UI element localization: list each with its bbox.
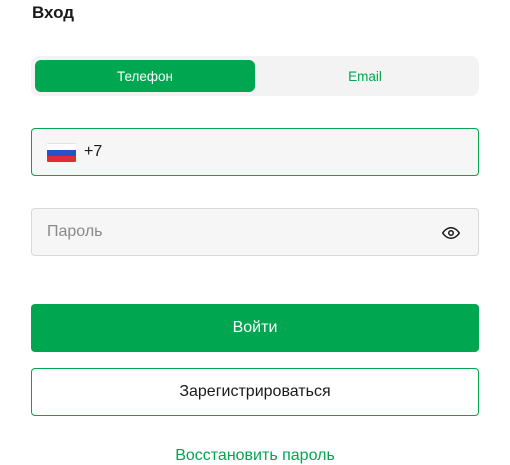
russia-flag-icon[interactable] xyxy=(47,142,76,162)
register-button[interactable]: Зарегистрироваться xyxy=(31,368,479,416)
phone-field[interactable] xyxy=(31,128,479,176)
page-title: Вход xyxy=(32,3,75,22)
tab-email[interactable]: Email xyxy=(255,60,475,92)
tab-phone[interactable]: Телефон xyxy=(35,60,255,92)
login-button[interactable]: Войти xyxy=(31,304,479,352)
phone-input[interactable] xyxy=(84,143,464,161)
password-input[interactable] xyxy=(47,223,427,241)
eye-icon[interactable] xyxy=(442,224,460,242)
restore-password-link[interactable]: Восстановить пароль xyxy=(0,447,510,465)
password-field[interactable] xyxy=(31,208,479,256)
login-method-tabs: Телефон Email xyxy=(31,56,479,96)
